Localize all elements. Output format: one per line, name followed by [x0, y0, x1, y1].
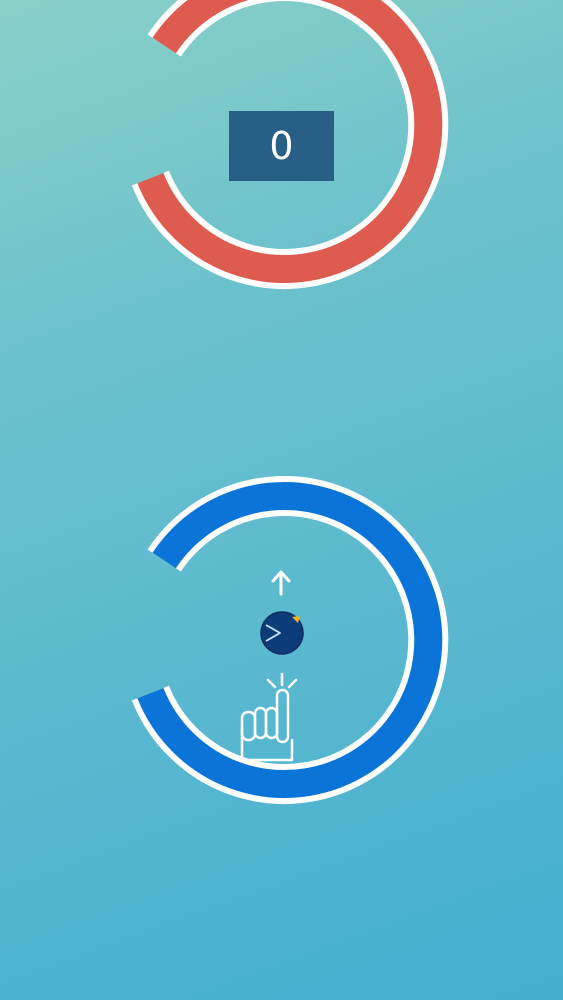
- score-display: 0: [229, 111, 334, 181]
- score-value: 0: [269, 124, 294, 168]
- game-screen[interactable]: 0: [0, 0, 563, 1000]
- tap-hand-icon: [240, 672, 298, 762]
- player-ball-icon[interactable]: [260, 611, 304, 655]
- arrow-up-icon: [271, 570, 291, 596]
